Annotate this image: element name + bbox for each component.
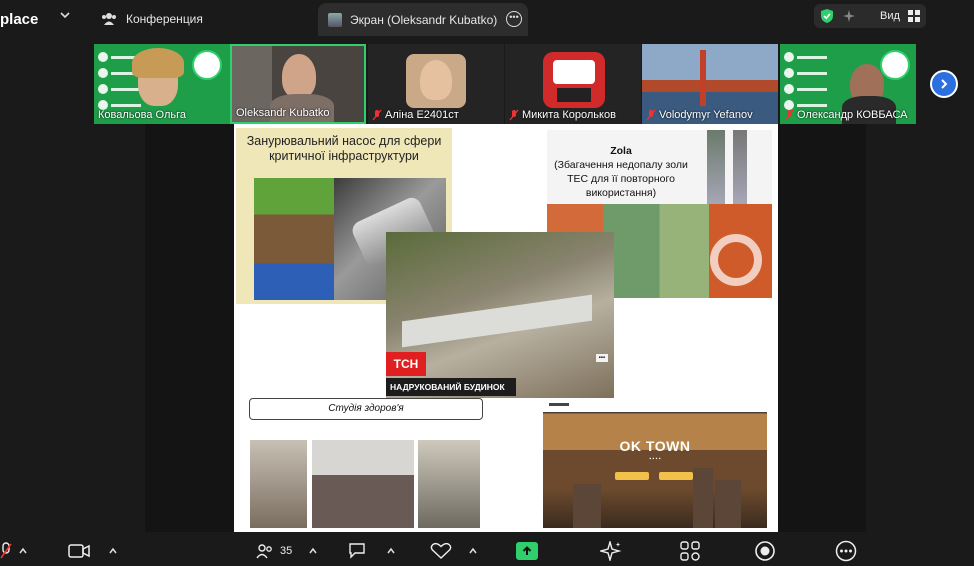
house-caption: НАДРУКОВАНИЙ БУДИНОК (386, 378, 516, 396)
view-controls: Вид (814, 4, 926, 28)
participant-name: Аліна Е2401ст (372, 109, 459, 121)
participant-tile[interactable]: Аліна Е2401ст (368, 44, 504, 124)
participant-video (282, 54, 316, 98)
more-icon[interactable] (835, 540, 857, 562)
tsn-logo: ТСН (386, 352, 426, 376)
tab-conference[interactable]: Конференция (100, 4, 203, 34)
reactions-control[interactable] (430, 540, 478, 562)
pump-illustration (254, 178, 334, 300)
participant-avatar (543, 52, 605, 108)
university-logo (880, 50, 910, 80)
participant-name: Oleksandr Kubatko (236, 107, 330, 119)
heart-icon[interactable] (430, 542, 452, 560)
studio-photo (312, 440, 414, 528)
chevron-up-icon[interactable] (18, 546, 28, 556)
record-button[interactable] (754, 540, 776, 562)
view-label[interactable]: Вид (880, 10, 900, 22)
participants-control[interactable]: 35 (256, 540, 318, 562)
zola-title: Zola (Збагачення недопалу золи ТЕС для ї… (554, 145, 688, 199)
ai-companion-button[interactable] (600, 540, 622, 562)
shared-slide: Занурювальний насос для сфери критичної … (234, 124, 778, 532)
record-icon[interactable] (754, 540, 776, 562)
video-control[interactable] (68, 540, 118, 562)
mic-off-icon (784, 109, 794, 121)
university-logo (192, 50, 222, 80)
participant-name: Volodymyr Yefanov (646, 109, 753, 121)
participant-name: Олександр КОВБАСА (784, 109, 907, 121)
participant-name: Микита Корольков (509, 109, 616, 121)
sparkle-icon[interactable] (842, 9, 856, 23)
apps-button[interactable] (680, 540, 700, 562)
share-screen-icon[interactable] (516, 542, 538, 560)
pump-title: Занурювальний насос для сфери критичної … (246, 134, 442, 163)
studio-photo (250, 440, 307, 528)
tab-label: Экран (Oleksandr Kubatko) (350, 12, 498, 27)
tab-screen-share[interactable]: Экран (Oleksandr Kubatko) ••• (318, 3, 528, 36)
background-logos (784, 50, 844, 114)
studio-photo (418, 440, 480, 528)
more-options-icon[interactable]: ••• (506, 11, 522, 27)
mic-off-icon (372, 109, 382, 121)
bridge-background (700, 50, 706, 106)
apps-icon[interactable] (680, 541, 700, 561)
mic-off-icon (509, 109, 519, 121)
grid-icon[interactable] (907, 10, 920, 22)
participant-avatar (406, 54, 466, 108)
participant-name: Ковальова Ольга (98, 109, 186, 121)
participant-tile[interactable]: Volodymyr Yefanov (642, 44, 778, 124)
shield-check-icon[interactable] (820, 8, 834, 24)
bottom-toolbar: 35 (0, 536, 974, 566)
chevron-down-icon[interactable] (58, 8, 72, 22)
participants-count: 35 (280, 545, 293, 557)
top-bar: place Конференция Экран (Oleksandr Kubat… (0, 0, 974, 38)
chevron-up-icon[interactable] (308, 546, 318, 556)
mic-control[interactable] (0, 540, 28, 562)
presenter-avatar (328, 12, 342, 27)
next-page-button[interactable] (930, 70, 958, 98)
printed-house-photo: ТСН НАДРУКОВАНИЙ БУДИНОК ▪▪▪ (386, 232, 614, 398)
mic-off-icon[interactable] (0, 542, 12, 560)
sparkle-icon[interactable] (600, 541, 622, 561)
studio-label: Студія здоров'я (249, 398, 483, 420)
chevron-right-icon (941, 79, 948, 89)
participant-tile[interactable]: Олександр КОВБАСА (780, 44, 916, 124)
people-icon (100, 10, 118, 28)
chat-control[interactable] (348, 540, 396, 562)
mic-off-icon (646, 109, 656, 121)
share-screen-button[interactable] (516, 540, 538, 562)
participant-tile-active[interactable]: Oleksandr Kubatko (230, 44, 366, 124)
chevron-up-icon[interactable] (468, 546, 478, 556)
oktown-title: OK TOWN (619, 438, 691, 454)
participant-tile[interactable]: Ковальова Ольга (94, 44, 230, 124)
chevron-up-icon[interactable] (386, 546, 396, 556)
chat-icon[interactable] (348, 542, 368, 560)
people-icon[interactable] (256, 543, 274, 559)
chevron-up-icon[interactable] (108, 546, 118, 556)
oktown-website: OK TOWN ▪ ▪ ▪ ▪ (543, 398, 767, 528)
tab-label: Конференция (126, 12, 203, 26)
participant-tile[interactable]: Микита Корольков (505, 44, 641, 124)
app-title: place (0, 11, 39, 28)
video-camera-icon[interactable] (68, 543, 90, 559)
participant-strip: Ковальова Ольга Oleksandr Kubatko Аліна … (0, 44, 974, 124)
more-button[interactable] (835, 540, 857, 562)
